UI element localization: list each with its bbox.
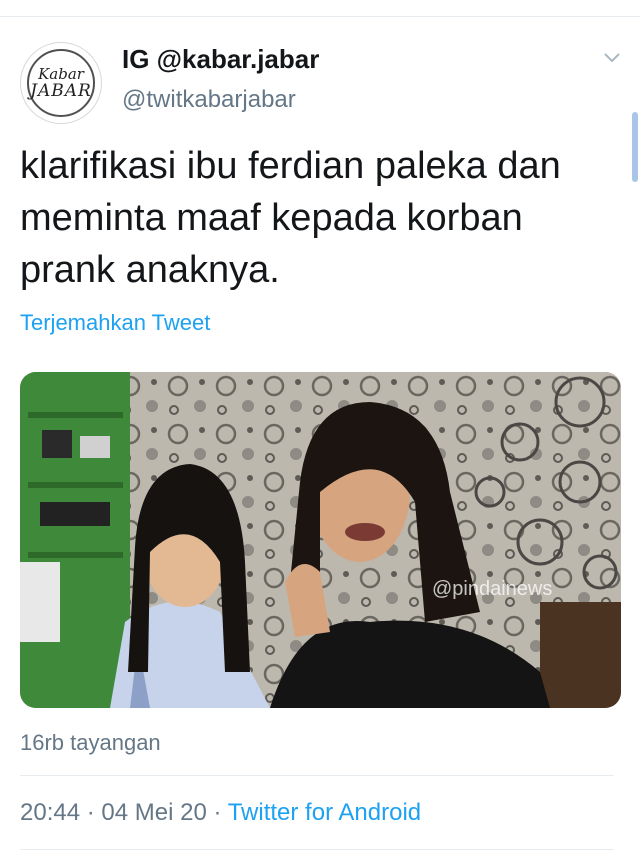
- divider: [20, 775, 614, 776]
- tweet-text: klarifikasi ibu ferdian paleka dan memin…: [20, 145, 561, 291]
- tweet-source-link[interactable]: Twitter for Android: [228, 799, 421, 826]
- user-handle[interactable]: @twitkabarjabar: [122, 86, 296, 114]
- avatar-logo-line2: JABAR: [30, 81, 92, 101]
- tweet-meta: 20:44 · 04 Mei 20 · Twitter for Android: [20, 799, 421, 827]
- tweet-date[interactable]: 04 Mei 20: [101, 799, 206, 826]
- scrollbar[interactable]: [632, 112, 638, 182]
- view-count: 16rb tayangan: [20, 730, 161, 755]
- chevron-down-icon[interactable]: [600, 46, 624, 70]
- meta-separator: ·: [80, 799, 102, 826]
- top-divider: [0, 16, 640, 17]
- avatar-logo-line1: Kabar: [38, 65, 84, 83]
- display-name[interactable]: IG @kabar.jabar: [122, 44, 319, 75]
- tweet-time[interactable]: 20:44: [20, 799, 80, 826]
- video-watermark: @pindainews: [432, 578, 553, 600]
- divider: [20, 849, 614, 850]
- tweet-video[interactable]: @pindainews: [20, 372, 621, 708]
- avatar[interactable]: Kabar JABAR: [20, 42, 102, 124]
- meta-separator: ·: [206, 799, 228, 826]
- video-thumbnail: [20, 372, 621, 708]
- translate-tweet-link[interactable]: Terjemahkan Tweet: [20, 310, 210, 336]
